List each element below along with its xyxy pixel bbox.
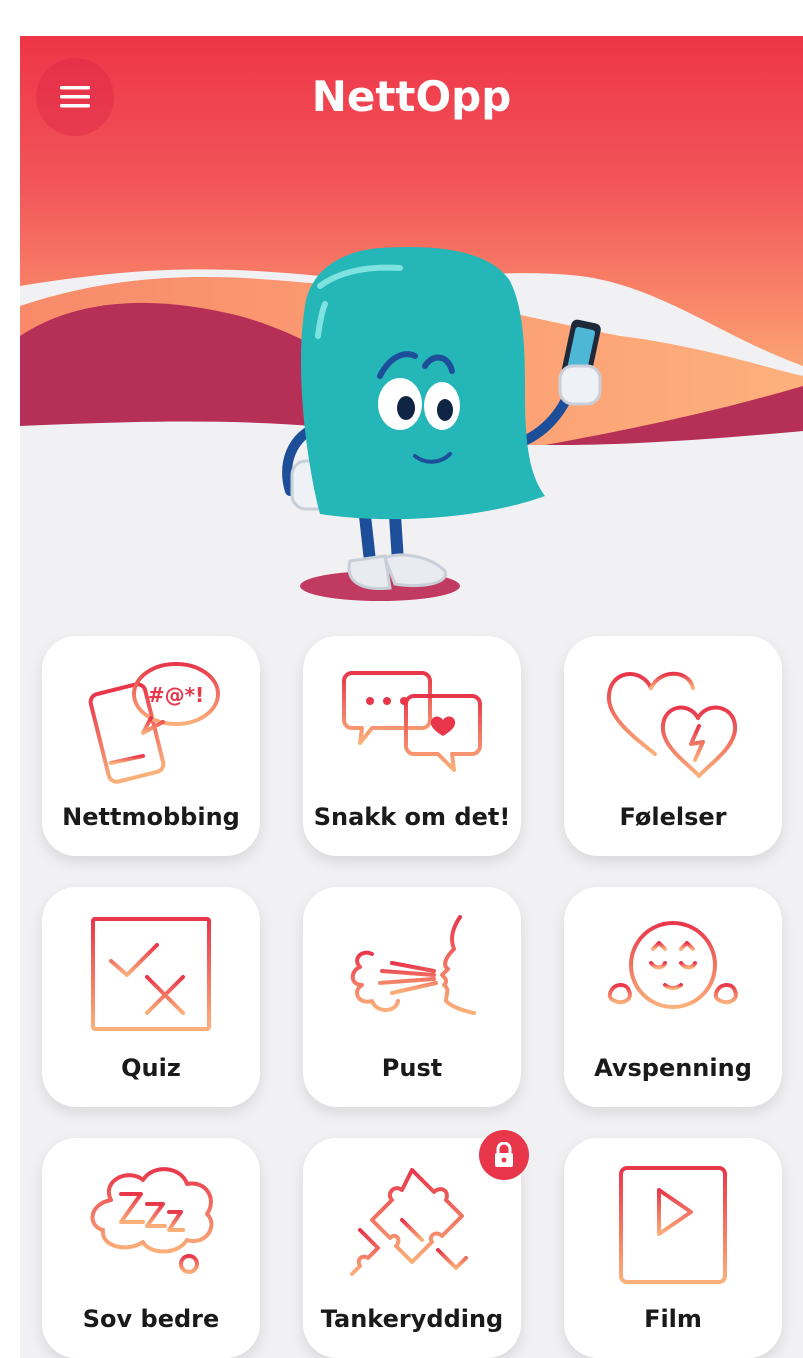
- tile-label: Følelser: [619, 803, 727, 831]
- locked-badge: [479, 1130, 529, 1180]
- tile-folelser[interactable]: Følelser: [564, 636, 782, 856]
- sleep-cloud-icon: [90, 1167, 214, 1274]
- video-play-icon: [619, 1166, 727, 1284]
- tile-sov-bedre[interactable]: Sov bedre: [42, 1138, 260, 1358]
- tile-pust[interactable]: Pust: [303, 887, 521, 1107]
- chat-bubbles-icon: [342, 671, 482, 772]
- puzzle-icon: [350, 1168, 468, 1276]
- tile-label: Film: [644, 1305, 702, 1333]
- tile-label: Tankerydding: [320, 1305, 504, 1333]
- top-app-bar: NettOpp: [20, 36, 803, 166]
- tile-label: Quiz: [121, 1054, 181, 1082]
- phone-swearing-icon: #@*!: [88, 662, 220, 784]
- tile-quiz[interactable]: Quiz: [42, 887, 260, 1107]
- tile-label: Pust: [381, 1054, 443, 1082]
- tile-label: Sov bedre: [82, 1305, 220, 1333]
- tile-snakk-om-det[interactable]: Snakk om det!: [303, 636, 521, 856]
- tile-film[interactable]: Film: [564, 1138, 782, 1358]
- tile-avspenning[interactable]: Avspenning: [564, 887, 782, 1107]
- tile-tankerydding[interactable]: Tankerydding: [303, 1130, 529, 1358]
- quiz-check-icon: [91, 917, 211, 1031]
- hearts-icon: [606, 671, 738, 778]
- app-title: NettOpp: [311, 72, 512, 121]
- tile-nettmobbing[interactable]: #@*! Nettmobbing: [42, 636, 260, 856]
- tile-label: Snakk om det!: [313, 803, 511, 831]
- relaxed-face-icon: [607, 921, 738, 1009]
- app-screen: NettOpp #@*! Nettmobbing Snakk om det! F…: [20, 36, 803, 1358]
- tile-label: Avspenning: [594, 1054, 752, 1082]
- swear-glyphs: #@*!: [148, 683, 204, 707]
- lock-icon: [495, 1142, 513, 1167]
- breathe-icon: [350, 915, 476, 1015]
- tile-label: Nettmobbing: [62, 803, 240, 831]
